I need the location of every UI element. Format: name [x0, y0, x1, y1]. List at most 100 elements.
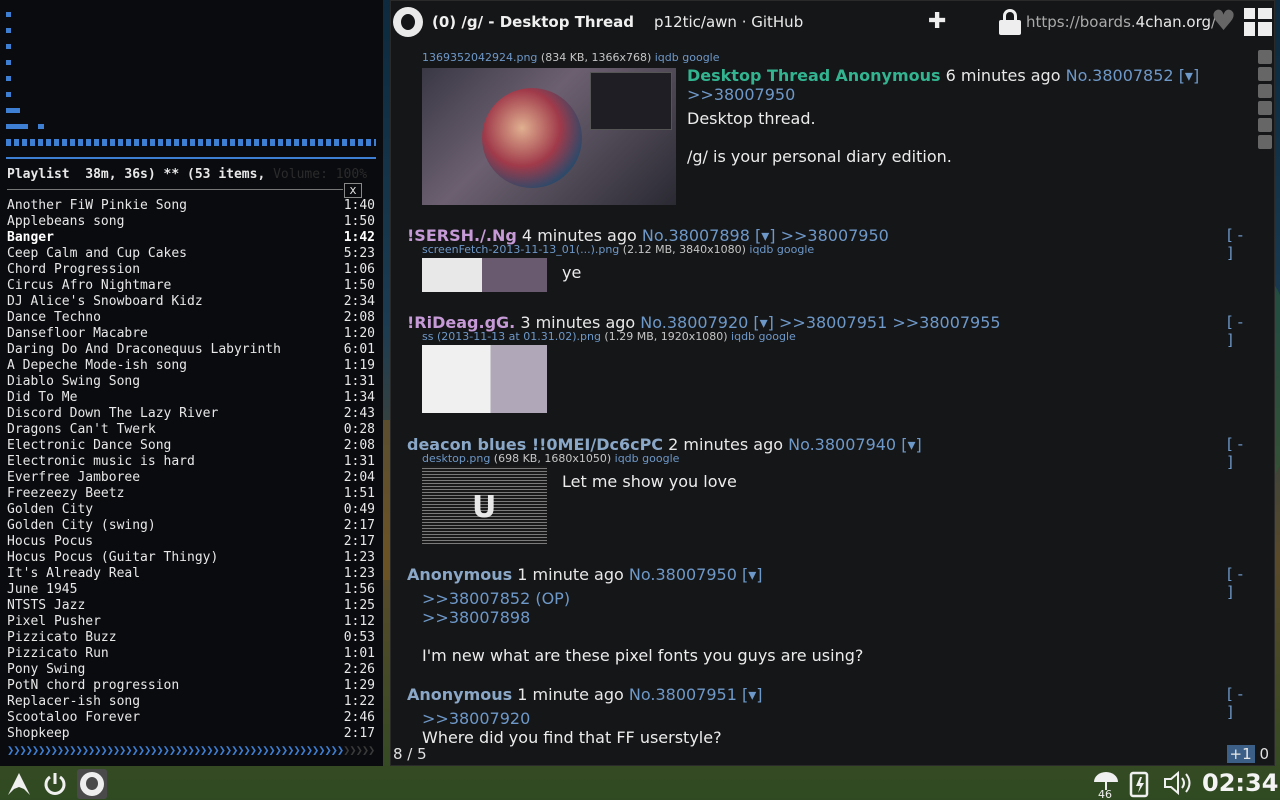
post-menu[interactable]: [▾]	[1179, 66, 1200, 85]
post-thumbnail[interactable]	[422, 258, 547, 292]
track-title: Hocus Pocus	[7, 534, 94, 549]
playlist-item[interactable]: Banger 1:42	[7, 230, 375, 246]
file-tools[interactable]: iqdb google	[731, 330, 796, 343]
volume-icon[interactable]	[1163, 770, 1195, 800]
op-thumbnail[interactable]	[422, 68, 676, 205]
url-bar[interactable]: https://boards.4chan.org/g	[1026, 13, 1216, 31]
file-tools[interactable]: iqdb google	[615, 452, 680, 465]
playlist-item[interactable]: Another FiW Pinkie Song 1:40	[7, 198, 375, 214]
post-header: Anonymous 1 minute ago No.38007950 [▾]	[407, 565, 763, 584]
tab-active[interactable]: (0) /g/ - Desktop Thread	[432, 13, 634, 31]
file-tools[interactable]: iqdb google	[655, 51, 720, 64]
playlist-item[interactable]: DJ Alice's Snowboard Kidz 2:34	[7, 294, 375, 310]
playback-progress-bar[interactable]: ❯❯❯❯❯❯❯❯❯❯❯❯❯❯❯❯❯❯❯❯❯❯❯❯❯❯❯❯❯❯❯❯❯❯❯❯❯❯❯❯…	[7, 743, 375, 757]
file-tools[interactable]: iqdb google	[749, 243, 814, 256]
plus-one-badge[interactable]: +1	[1226, 745, 1255, 763]
power-icon[interactable]	[40, 769, 70, 799]
track-title: Dansefloor Macabre	[7, 326, 148, 341]
playlist-item[interactable]: Diablo Swing Song 1:31	[7, 374, 375, 390]
playlist-item[interactable]: Golden City 0:49	[7, 502, 375, 518]
logo-glyph: U	[472, 490, 497, 525]
playlist-item[interactable]: June 1945 1:56	[7, 582, 375, 598]
wrench-icon[interactable]	[1258, 50, 1272, 64]
playlist-item[interactable]: Pony Swing 2:26	[7, 662, 375, 678]
track-duration: 1:56	[343, 582, 375, 597]
hide-post-button[interactable]: [ - ]	[1227, 313, 1251, 349]
quote-link[interactable]: >>38007920	[422, 709, 530, 728]
playlist-item[interactable]: It's Already Real 1:23	[7, 566, 375, 582]
quote-link[interactable]: >>38007852 (OP)	[422, 589, 570, 608]
track-duration: 1:50	[343, 214, 375, 229]
playlist-item[interactable]: Daring Do And Draconequus Labyrinth 6:01	[7, 342, 375, 358]
arch-logo-icon[interactable]	[4, 769, 34, 799]
new-tab-icon[interactable]: ✚	[928, 9, 946, 34]
backlinks[interactable]: >>38007951 >>38007955	[779, 313, 1001, 332]
playlist-item[interactable]: Ceep Calm and Cup Cakes 5:23	[7, 246, 375, 262]
post-menu[interactable]: [▾]	[742, 565, 763, 584]
hide-post-button[interactable]: [ - ]	[1227, 435, 1251, 471]
playlist-item[interactable]: Shopkeep 2:17	[7, 726, 375, 742]
playlist-item[interactable]: Pixel Pusher 1:12	[7, 614, 375, 630]
post-number[interactable]: No.38007940	[788, 435, 896, 454]
file-link[interactable]: screenFetch-2013-11-13_01(...).png	[422, 243, 619, 256]
hide-post-button[interactable]: [ - ]	[1227, 226, 1251, 262]
battery-icon[interactable]	[1128, 770, 1152, 800]
post-text: Where did you find that FF userstyle?	[422, 728, 722, 747]
playlist-item[interactable]: Did To Me 1:34	[7, 390, 375, 406]
backlink[interactable]: >>38007950	[687, 85, 795, 104]
playlist-item[interactable]: Hocus Pocus (Guitar Thingy) 1:23	[7, 550, 375, 566]
playlist-item[interactable]: Golden City (swing) 2:17	[7, 518, 375, 534]
playlist-item[interactable]: Electronic music is hard 1:31	[7, 454, 375, 470]
file-link[interactable]: 1369352042924.png	[422, 51, 537, 64]
playlist-item[interactable]: Dragons Can't Twerk 0:28	[7, 422, 375, 438]
playlist-item[interactable]: Replacer-ish song 1:22	[7, 694, 375, 710]
playlist-item[interactable]: Freezeezy Beetz 1:51	[7, 486, 375, 502]
post-text: Let me show you love	[562, 472, 737, 491]
playlist-item[interactable]: Dance Techno 2:08	[7, 310, 375, 326]
quote-link[interactable]: >>38007898	[422, 608, 530, 627]
file-link[interactable]: desktop.png	[422, 452, 490, 465]
playlist-item[interactable]: Dansefloor Macabre 1:20	[7, 326, 375, 342]
lock-icon[interactable]	[999, 9, 1021, 35]
playlist-item[interactable]: Discord Down The Lazy River 2:43	[7, 406, 375, 422]
playlist-item[interactable]: Circus Afro Nightmare 1:50	[7, 278, 375, 294]
list-icon[interactable]	[1258, 101, 1272, 115]
browser-logo-icon[interactable]	[393, 7, 423, 37]
playlist-item[interactable]: Electronic Dance Song 2:08	[7, 438, 375, 454]
filter-icon[interactable]	[1258, 84, 1272, 98]
audio-visualizer	[6, 8, 378, 148]
status-counter: 8 / 5	[393, 745, 427, 763]
post-thumbnail[interactable]: U	[422, 466, 547, 544]
post-thumbnail[interactable]	[422, 345, 547, 413]
playlist-item[interactable]: Pizzicato Buzz 0:53	[7, 630, 375, 646]
playlist-close-button[interactable]: x	[344, 183, 362, 198]
track-duration: 1:31	[343, 374, 375, 389]
settings-icon[interactable]	[1258, 67, 1272, 81]
hide-post-button[interactable]: [ - ]	[1227, 565, 1251, 601]
playlist-item[interactable]: A Depeche Mode-ish song 1:19	[7, 358, 375, 374]
post-number[interactable]: No.38007951	[629, 685, 737, 704]
playlist-item[interactable]: Applebeans song 1:50	[7, 214, 375, 230]
playlist-item[interactable]: PotN chord progression 1:29	[7, 678, 375, 694]
playlist-item[interactable]: Hocus Pocus 2:17	[7, 534, 375, 550]
post-number[interactable]: No.38007950	[629, 565, 737, 584]
track-title: Electronic Dance Song	[7, 438, 172, 453]
clock[interactable]: 02:34	[1202, 769, 1278, 797]
heart-icon[interactable]: ♥	[1211, 7, 1236, 35]
playlist-item[interactable]: Scootaloo Forever 2:46	[7, 710, 375, 726]
playlist-item[interactable]: Pizzicato Run 1:01	[7, 646, 375, 662]
playlist-item[interactable]: Chord Progression 1:06	[7, 262, 375, 278]
tile-layout-icon[interactable]	[1244, 8, 1272, 36]
browser-task-icon[interactable]	[77, 769, 107, 799]
tab-github[interactable]: p12tic/awn · GitHub	[654, 13, 803, 31]
playlist-item[interactable]: Everfree Jamboree 2:04	[7, 470, 375, 486]
home-icon[interactable]	[1258, 135, 1272, 149]
hide-post-button[interactable]: [ - ]	[1227, 685, 1251, 721]
file-link[interactable]: ss (2013-11-13 at 01.31.02).png	[422, 330, 601, 343]
playlist-item[interactable]: NTSTS Jazz 1:25	[7, 598, 375, 614]
post-menu[interactable]: [▾]	[901, 435, 922, 454]
post-number[interactable]: No.38007852	[1066, 66, 1174, 85]
image-icon[interactable]	[1258, 118, 1272, 132]
track-duration: 2:43	[343, 406, 375, 421]
post-menu[interactable]: [▾]	[742, 685, 763, 704]
